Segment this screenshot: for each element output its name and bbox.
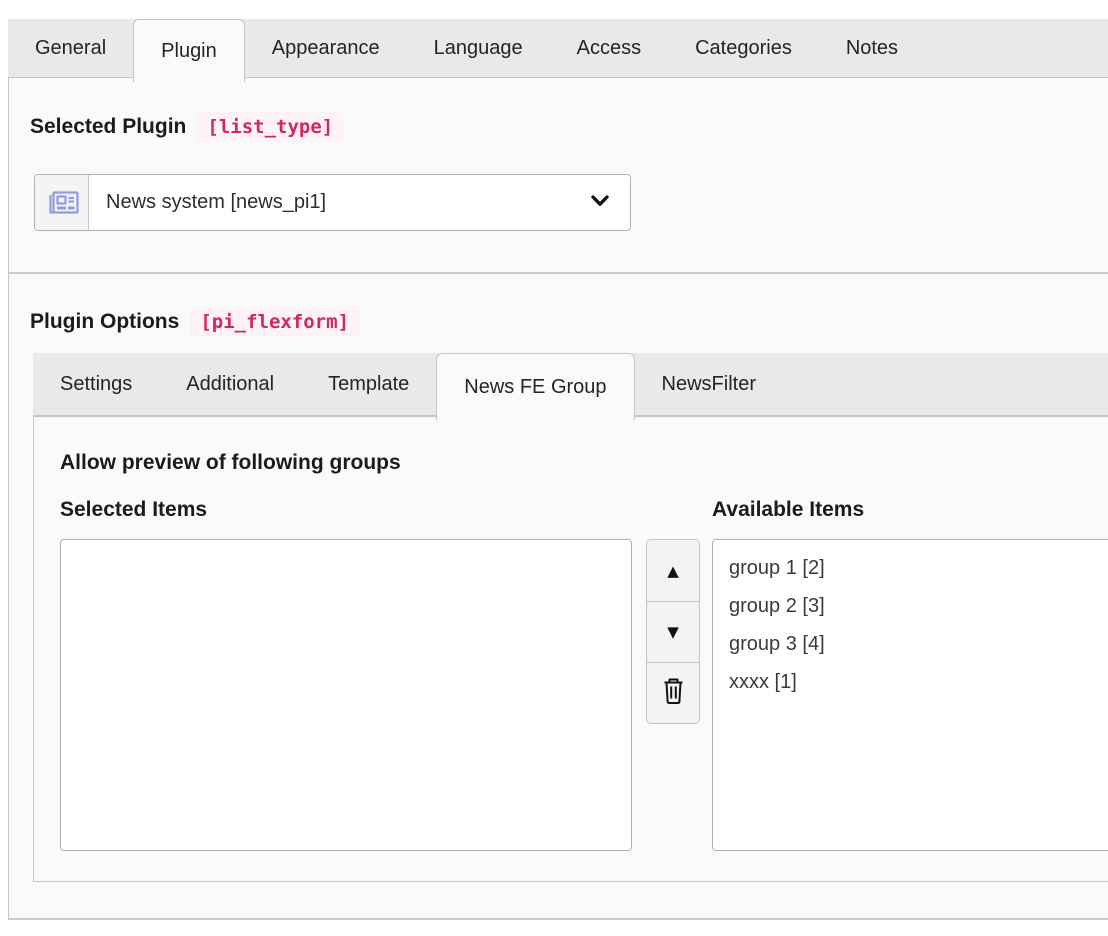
list-item-group-3[interactable]: group 3 [4] — [713, 625, 1108, 663]
plugin-select-display: News system [news_pi1] — [89, 175, 630, 230]
available-items-listbox[interactable]: group 1 [2] group 2 [3] group 3 [4] xxxx… — [712, 539, 1108, 851]
tab-newsfilter[interactable]: NewsFilter — [635, 353, 783, 416]
news-fe-group-panel: Allow preview of following groups Select… — [33, 416, 1108, 882]
content-element-form: General Plugin Appearance Language Acces… — [0, 19, 1108, 920]
newspaper-icon — [35, 175, 89, 230]
tab-news-fe-group[interactable]: News FE Group — [436, 353, 634, 420]
selected-plugin-label-row: Selected Plugin [list_type] — [30, 112, 1108, 142]
plugin-select-value: News system [news_pi1] — [106, 191, 326, 214]
selected-plugin-section: Selected Plugin [list_type] — [9, 78, 1108, 274]
group-preview-heading: Allow preview of following groups — [60, 451, 1108, 475]
flexform-tabbar: Settings Additional Template News FE Gro… — [33, 353, 1108, 416]
tab-categories[interactable]: Categories — [668, 19, 819, 78]
multiselect-controls: ▲ ▼ — [646, 498, 700, 724]
tab-template[interactable]: Template — [301, 353, 436, 416]
plugin-options-label: Plugin Options — [30, 310, 179, 334]
record-tabbar: General Plugin Appearance Language Acces… — [8, 19, 1108, 78]
group-multiselect: Selected Items ▲ ▼ — [60, 498, 1108, 851]
plugin-type-select[interactable]: News system [news_pi1] — [34, 174, 631, 231]
plugin-options-section: Plugin Options [pi_flexform] Settings Ad… — [9, 274, 1108, 918]
available-items-column: Available Items group 1 [2] group 2 [3] … — [712, 498, 1108, 851]
triangle-up-icon: ▲ — [667, 562, 679, 580]
list-item-xxxx[interactable]: xxxx [1] — [713, 663, 1108, 701]
tab-settings[interactable]: Settings — [33, 353, 159, 416]
chevron-down-icon — [590, 191, 610, 214]
plugin-options-field-code: [pi_flexform] — [190, 307, 359, 337]
plugin-tab-panel: Selected Plugin [list_type] — [8, 78, 1108, 920]
available-items-label: Available Items — [712, 498, 1108, 522]
selected-items-column: Selected Items — [60, 498, 632, 851]
selected-items-label: Selected Items — [60, 498, 632, 522]
tab-access[interactable]: Access — [550, 19, 668, 78]
move-down-button[interactable]: ▼ — [647, 601, 699, 662]
selected-plugin-label: Selected Plugin — [30, 115, 186, 139]
trash-icon — [660, 677, 687, 710]
move-up-button[interactable]: ▲ — [647, 540, 699, 601]
selected-plugin-field-code: [list_type] — [197, 112, 343, 142]
delete-button[interactable] — [647, 662, 699, 723]
tab-plugin[interactable]: Plugin — [133, 19, 245, 82]
triangle-down-icon: ▼ — [667, 623, 679, 641]
list-item-group-2[interactable]: group 2 [3] — [713, 587, 1108, 625]
tab-appearance[interactable]: Appearance — [245, 19, 407, 78]
selected-items-listbox[interactable] — [60, 539, 632, 851]
list-item-group-1[interactable]: group 1 [2] — [713, 549, 1108, 587]
plugin-options-label-row: Plugin Options [pi_flexform] — [30, 307, 1108, 337]
multiselect-button-group: ▲ ▼ — [646, 539, 700, 724]
tab-language[interactable]: Language — [407, 19, 550, 78]
tab-notes[interactable]: Notes — [819, 19, 925, 78]
tab-general[interactable]: General — [8, 19, 133, 78]
tab-additional[interactable]: Additional — [159, 353, 301, 416]
